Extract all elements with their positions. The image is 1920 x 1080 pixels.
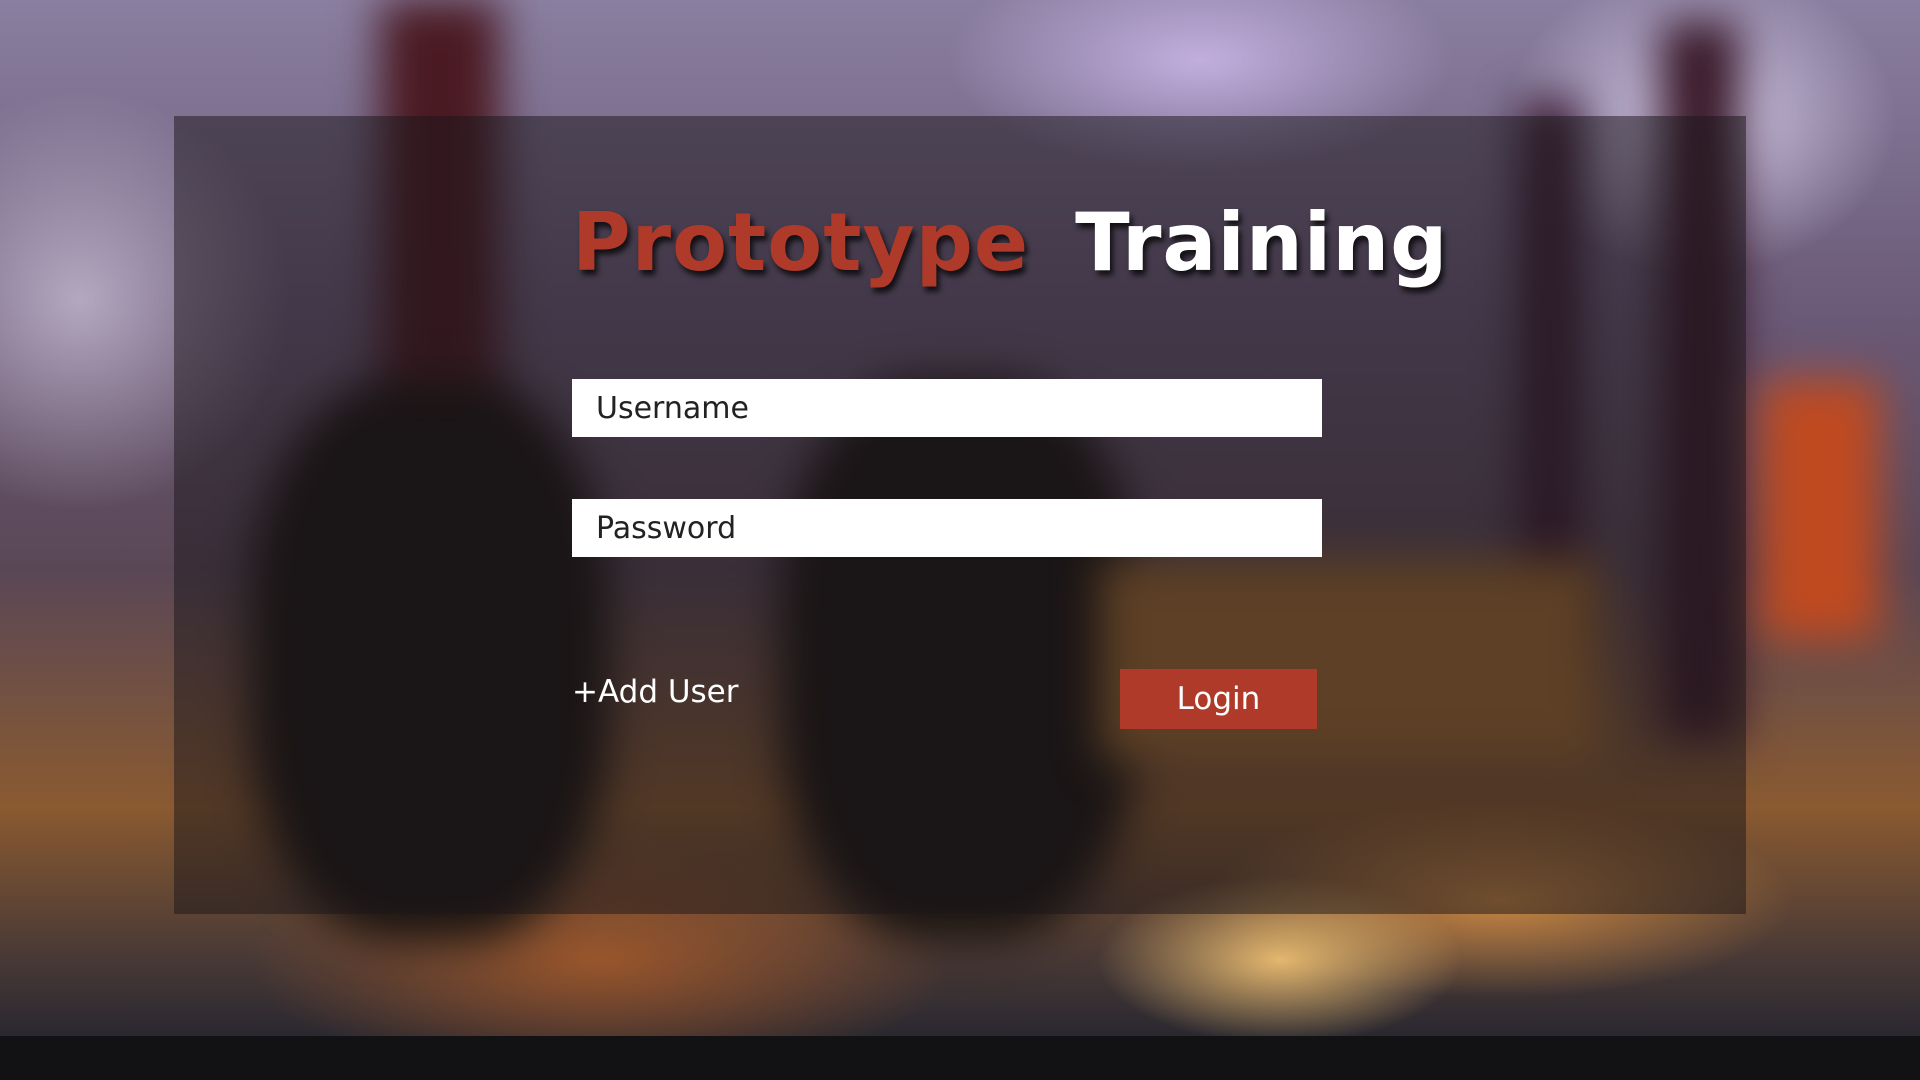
- bottom-bar: [0, 1036, 1920, 1080]
- login-button[interactable]: Login: [1120, 669, 1317, 729]
- app-title-training: Training: [1075, 196, 1449, 289]
- app-title: Prototype Training: [572, 196, 1448, 296]
- password-input[interactable]: [572, 499, 1322, 557]
- add-user-link[interactable]: +Add User: [572, 674, 739, 710]
- username-input[interactable]: [572, 379, 1322, 437]
- background-blob: [1760, 380, 1880, 640]
- app-title-prototype: Prototype: [572, 196, 1030, 289]
